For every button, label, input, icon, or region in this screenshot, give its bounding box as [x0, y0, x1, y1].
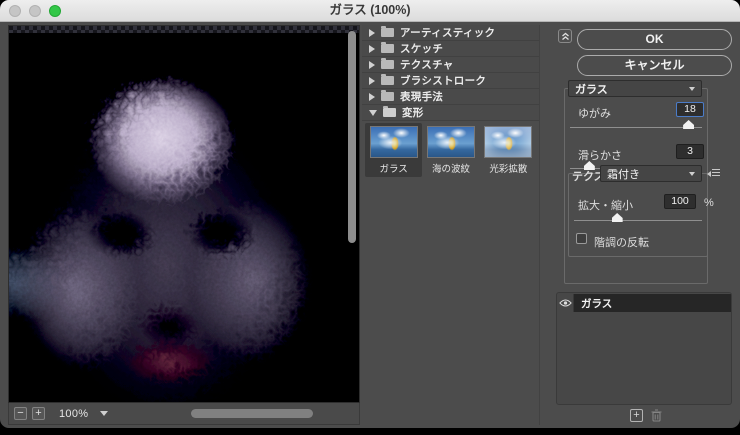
open-folder-icon	[383, 108, 396, 117]
filter-category-texture[interactable]: テクスチャ	[362, 57, 539, 73]
filter-thumb-diffuse-glow[interactable]: 光彩拡散	[480, 123, 537, 177]
effect-layer-name: ガラス	[574, 294, 731, 312]
filter-thumb-ocean-ripple[interactable]: 海の波紋	[422, 123, 479, 177]
collapse-panel-button[interactable]	[558, 29, 572, 43]
preview-canvas[interactable]	[8, 25, 360, 403]
filter-category-stylize[interactable]: 表現手法	[362, 89, 539, 105]
texture-select-value: 霜付き	[607, 166, 640, 182]
traffic-lights	[9, 5, 61, 17]
disclosure-triangle-open-icon[interactable]	[369, 110, 377, 116]
preview-zoom-bar: − + 100%	[8, 403, 360, 425]
double-chevron-up-icon	[561, 32, 570, 41]
title-bar: ガラス (100%)	[0, 0, 740, 22]
folder-icon	[381, 28, 394, 37]
slider-track	[570, 127, 702, 128]
filter-gallery-dialog: ガラス (100%) − + 100%	[0, 0, 740, 428]
disclosure-triangle-icon[interactable]	[369, 77, 375, 85]
zoom-in-button[interactable]: +	[32, 407, 45, 420]
zoom-out-button[interactable]: −	[14, 407, 27, 420]
invert-label: 階調の反転	[594, 234, 649, 250]
disclosure-triangle-icon[interactable]	[369, 45, 375, 53]
layer-visibility-cell[interactable]	[557, 294, 574, 312]
ocean-ripple-thumbnail-image	[427, 126, 475, 158]
scaling-unit-label: %	[704, 197, 714, 209]
filter-category-distort[interactable]: 変形	[362, 105, 539, 121]
menu-triangle-icon	[707, 171, 711, 177]
scaling-slider[interactable]	[574, 213, 702, 223]
chevron-down-icon	[689, 172, 695, 176]
distortion-slider[interactable]	[570, 120, 702, 130]
cancel-button[interactable]: キャンセル	[577, 55, 732, 76]
preview-image	[8, 25, 360, 403]
minimize-button[interactable]	[29, 5, 41, 17]
delete-effect-layer-trash-icon[interactable]	[651, 409, 662, 422]
diffuse-glow-thumbnail-image	[484, 126, 532, 158]
fullscreen-button[interactable]	[49, 5, 61, 17]
disclosure-triangle-icon[interactable]	[369, 29, 375, 37]
filter-category-brush-strokes[interactable]: ブラシストローク	[362, 73, 539, 89]
preview-vertical-scrollbar[interactable]	[348, 31, 356, 243]
folder-icon	[381, 76, 394, 85]
folder-icon	[381, 92, 394, 101]
zoom-level-value[interactable]: 100%	[59, 408, 88, 420]
filter-thumbnail-strip: ガラス 海の波紋 光彩拡散	[362, 121, 539, 177]
filter-select-value: ガラス	[575, 81, 608, 97]
distortion-value-field[interactable]: 18	[676, 102, 704, 117]
scaling-label: 拡大・縮小	[578, 197, 633, 213]
filter-select-dropdown[interactable]: ガラス	[568, 80, 702, 97]
filter-thumb-glass[interactable]: ガラス	[365, 123, 422, 177]
slider-thumb[interactable]	[683, 120, 694, 129]
chevron-down-icon	[689, 87, 695, 91]
menu-lines-icon	[712, 169, 720, 178]
preview-pane: − + 100%	[8, 25, 360, 425]
distortion-label: ゆがみ	[578, 105, 611, 121]
preview-horizontal-scrollbar[interactable]	[191, 409, 313, 418]
scaling-value-field[interactable]: 100	[664, 194, 696, 209]
new-effect-layer-button[interactable]: +	[630, 409, 643, 422]
disclosure-triangle-icon[interactable]	[369, 61, 375, 69]
effect-layers-panel: ガラス	[556, 292, 732, 405]
eye-icon	[559, 299, 572, 307]
folder-icon	[381, 44, 394, 53]
filter-category-artistic[interactable]: アーティスティック	[362, 25, 539, 41]
window-title: ガラス (100%)	[0, 0, 740, 21]
texture-options-menu-icon[interactable]	[707, 168, 720, 179]
filter-browser: アーティスティック スケッチ テクスチャ ブラシストローク 表現手法 変形	[362, 25, 540, 425]
slider-thumb[interactable]	[612, 213, 623, 222]
close-button[interactable]	[9, 5, 21, 17]
disclosure-triangle-icon[interactable]	[369, 93, 375, 101]
effect-layer-row[interactable]: ガラス	[557, 294, 731, 312]
settings-panel: OK キャンセル ガラス ゆがみ 18 滑らかさ 3 テクスチャ : 霜付き	[556, 25, 734, 425]
filter-category-sketch[interactable]: スケッチ	[362, 41, 539, 57]
zoom-level-chevron-down-icon[interactable]	[100, 411, 108, 416]
texture-select-dropdown[interactable]: 霜付き	[600, 165, 702, 182]
slider-track	[574, 220, 702, 221]
glass-thumbnail-image	[370, 126, 418, 158]
folder-icon	[381, 60, 394, 69]
smoothness-value-field[interactable]: 3	[676, 144, 704, 159]
transparency-checker-strip	[9, 26, 359, 33]
invert-checkbox[interactable]	[576, 233, 587, 244]
ok-button[interactable]: OK	[577, 29, 732, 50]
effect-layer-buttons: +	[630, 409, 662, 422]
